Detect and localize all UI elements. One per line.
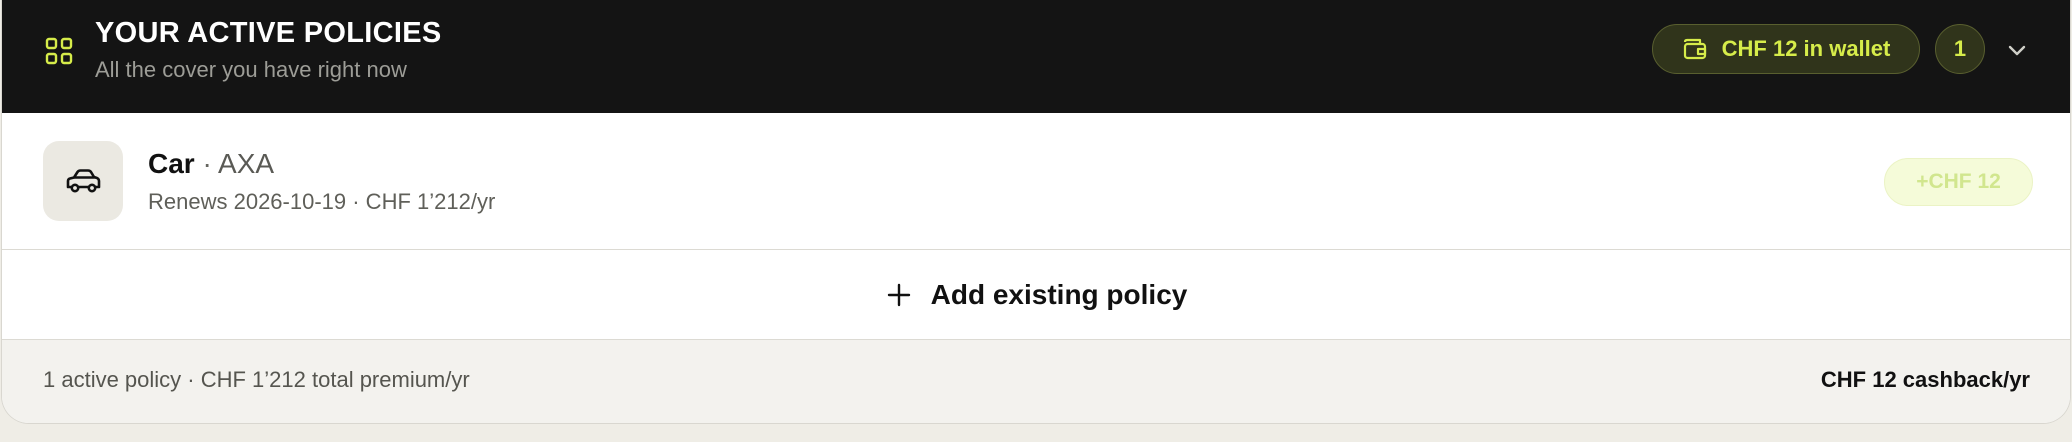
policy-count-badge: 1 — [1935, 24, 1985, 74]
policy-icon-tile — [43, 141, 123, 221]
section-subtitle: All the cover you have right now — [95, 57, 407, 82]
policy-title: Car · AXA — [148, 147, 274, 181]
active-policies-card: YOUR ACTIVE POLICIES All the cover you h… — [1, 0, 2071, 424]
car-icon — [66, 169, 101, 193]
add-existing-policy-label: Add existing policy — [930, 278, 1188, 310]
premium-summary: 1 active policy · CHF 1’212 total premiu… — [43, 367, 470, 392]
policy-insurer: AXA — [218, 148, 275, 179]
policy-title-separator: · — [194, 148, 219, 179]
policy-type: Car — [148, 148, 195, 179]
add-existing-policy-button[interactable]: Add existing policy — [2, 250, 2070, 340]
policy-renewal-info: Renews 2026-10-19 · CHF 1’212/yr — [148, 189, 496, 214]
policy-row-car[interactable]: Car · AXA Renews 2026-10-19 · CHF 1’212/… — [2, 113, 2070, 250]
plus-icon — [887, 283, 910, 306]
section-title: YOUR ACTIVE POLICIES — [95, 17, 442, 49]
policies-footer: 1 active policy · CHF 1’212 total premiu… — [2, 340, 2070, 423]
wallet-balance-label: CHF 12 in wallet — [1721, 36, 1891, 61]
chevron-down-icon[interactable] — [2004, 37, 2030, 63]
wallet-icon — [1683, 38, 1706, 60]
policy-cashback-chip: +CHF 12 — [1884, 158, 2033, 206]
policies-header[interactable]: YOUR ACTIVE POLICIES All the cover you h… — [2, 0, 2070, 113]
cashback-total: CHF 12 cashback/yr — [1820, 367, 2030, 392]
grid-icon — [45, 37, 73, 65]
wallet-balance-button[interactable]: CHF 12 in wallet — [1652, 24, 1920, 74]
